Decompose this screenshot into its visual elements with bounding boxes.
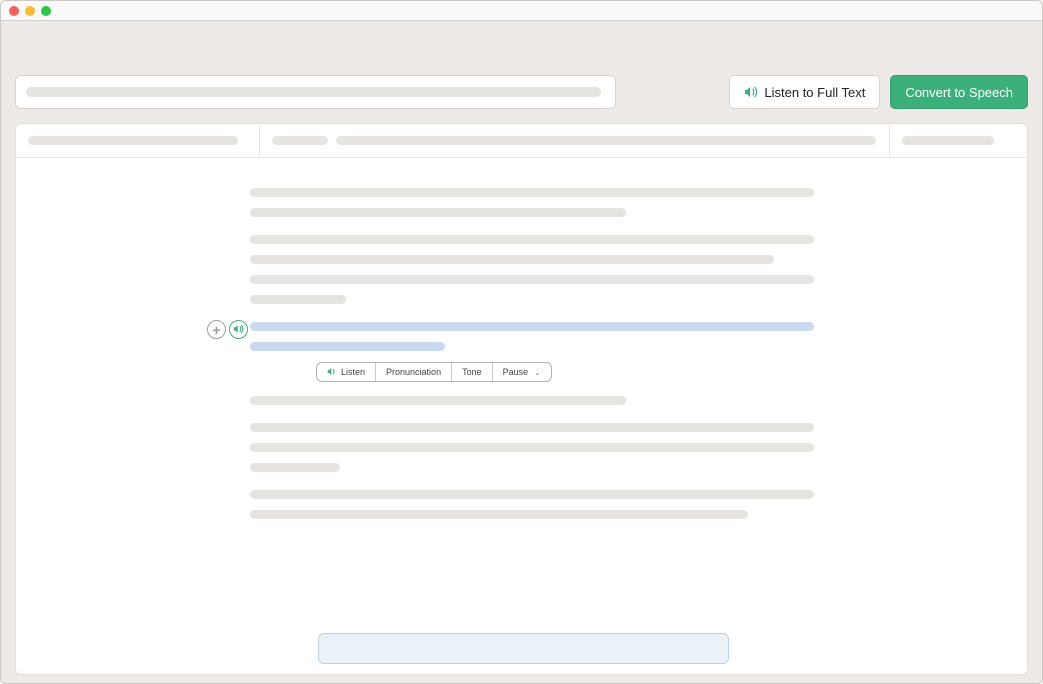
inline-tone-button[interactable]: Tone	[452, 363, 493, 381]
titlebar	[1, 1, 1042, 21]
paragraph-1	[250, 188, 832, 217]
document-area: + Listen	[16, 158, 1027, 519]
bottom-input[interactable]	[318, 633, 729, 664]
paragraph-5	[250, 423, 832, 472]
chevron-down-icon: ⌄	[534, 368, 541, 377]
play-line-button[interactable]	[229, 320, 248, 339]
inline-toolbar: Listen Pronunciation Tone Pause ⌄	[316, 362, 552, 382]
tab-row	[16, 124, 1027, 158]
maximize-window-button[interactable]	[41, 6, 51, 16]
plus-icon: +	[212, 323, 220, 337]
speaker-icon	[744, 86, 758, 98]
convert-to-speech-button[interactable]: Convert to Speech	[890, 75, 1028, 109]
tab-2[interactable]	[260, 124, 890, 157]
tab-3[interactable]	[890, 124, 1027, 157]
inline-listen-label: Listen	[341, 367, 365, 377]
inline-pronunciation-label: Pronunciation	[386, 367, 441, 377]
inline-pronunciation-button[interactable]: Pronunciation	[376, 363, 452, 381]
inline-listen-button[interactable]: Listen	[317, 363, 376, 381]
app-window: Listen to Full Text Convert to Speech	[0, 0, 1043, 684]
search-placeholder-skeleton	[26, 87, 601, 97]
listen-full-text-label: Listen to Full Text	[764, 85, 865, 100]
close-window-button[interactable]	[9, 6, 19, 16]
minimize-window-button[interactable]	[25, 6, 35, 16]
inline-tone-label: Tone	[462, 367, 482, 377]
inline-pause-label: Pause	[503, 367, 529, 377]
speaker-icon	[327, 367, 337, 378]
paragraph-2	[250, 235, 832, 304]
paragraph-6	[250, 490, 832, 519]
listen-full-text-button[interactable]: Listen to Full Text	[729, 75, 880, 109]
top-toolbar: Listen to Full Text Convert to Speech	[1, 21, 1042, 123]
selected-paragraph: + Listen	[16, 322, 1027, 351]
convert-to-speech-label: Convert to Speech	[905, 85, 1013, 100]
speaker-icon	[233, 321, 244, 339]
add-before-button[interactable]: +	[207, 320, 226, 339]
toolbar-actions: Listen to Full Text Convert to Speech	[729, 75, 1028, 109]
search-input[interactable]	[15, 75, 616, 109]
paragraph-4	[250, 396, 832, 405]
tab-1[interactable]	[16, 124, 260, 157]
content-panel: + Listen	[15, 123, 1028, 675]
inline-pause-button[interactable]: Pause ⌄	[493, 363, 551, 381]
